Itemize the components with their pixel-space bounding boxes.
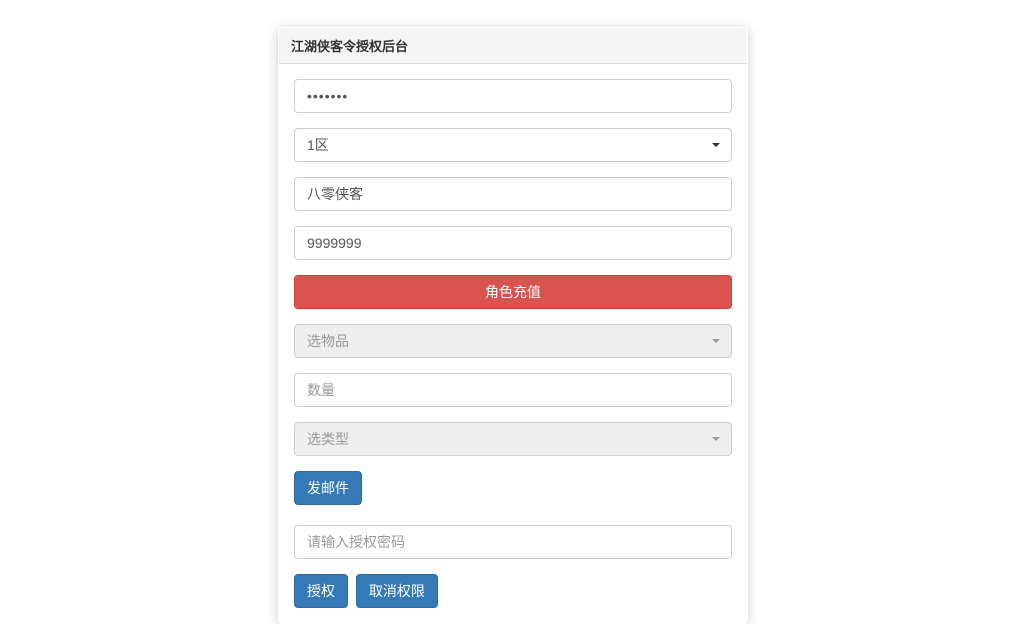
send-mail-button[interactable]: 发邮件 (294, 471, 362, 505)
auth-password-input[interactable] (294, 525, 732, 559)
item-select-group: 选物品 (294, 324, 732, 358)
auth-password-group (294, 525, 732, 559)
item-select[interactable]: 选物品 (294, 324, 732, 358)
character-input[interactable] (294, 177, 732, 211)
recharge-button[interactable]: 角色充值 (294, 275, 732, 309)
quantity-input[interactable] (294, 373, 732, 407)
region-group: 1区 (294, 128, 732, 162)
panel-body: 1区 角色充值 选物品 选类型 (279, 64, 747, 623)
revoke-button[interactable]: 取消权限 (356, 574, 438, 608)
authorize-button[interactable]: 授权 (294, 574, 348, 608)
password-group (294, 79, 732, 113)
amount-group (294, 226, 732, 260)
send-mail-group: 发邮件 (294, 471, 732, 505)
quantity-group (294, 373, 732, 407)
auth-buttons-group: 授权 取消权限 (294, 574, 732, 608)
recharge-group: 角色充值 (294, 275, 732, 309)
character-group (294, 177, 732, 211)
region-select-display[interactable]: 1区 (294, 128, 732, 162)
type-select[interactable]: 选类型 (294, 422, 732, 456)
type-select-group: 选类型 (294, 422, 732, 456)
password-input[interactable] (294, 79, 732, 113)
item-select-display[interactable]: 选物品 (294, 324, 732, 358)
amount-input[interactable] (294, 226, 732, 260)
region-select[interactable]: 1区 (294, 128, 732, 162)
type-select-display[interactable]: 选类型 (294, 422, 732, 456)
panel-title: 江湖侠客令授权后台 (279, 28, 747, 64)
main-panel: 江湖侠客令授权后台 1区 角色充值 选物品 (278, 27, 748, 624)
